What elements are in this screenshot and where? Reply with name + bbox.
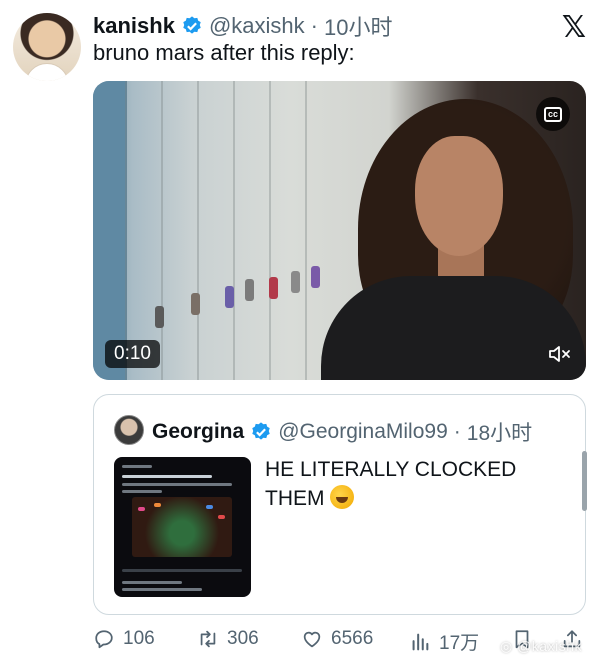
- locker-lock: [225, 286, 234, 308]
- locker-decor: [237, 81, 271, 380]
- video-player[interactable]: cc 0:10: [93, 81, 586, 380]
- thumbnail-text-line: [122, 588, 202, 591]
- author-name[interactable]: kanishk: [93, 13, 175, 39]
- watermark-text: @kaxishk: [517, 638, 582, 654]
- speaker-muted-icon: [549, 346, 570, 362]
- locker-lock: [155, 306, 164, 328]
- locker-decor: [165, 81, 199, 380]
- closed-captions-button[interactable]: cc: [536, 97, 570, 131]
- author-handle[interactable]: @kaxishk: [209, 13, 305, 39]
- thumbnail-text-line: [122, 569, 242, 572]
- x-logo-icon[interactable]: 𝕏: [562, 10, 586, 45]
- quoted-author-handle[interactable]: @GeorginaMilo99: [278, 420, 448, 444]
- verified-badge-icon: [252, 422, 270, 440]
- thumbnail-text-line: [122, 581, 182, 584]
- locker-decor: [273, 81, 307, 380]
- tweet-text: bruno mars after this reply:: [93, 40, 355, 65]
- separator-dot: ·: [310, 13, 318, 38]
- locker-decor: [201, 81, 235, 380]
- views-count: 17万: [439, 633, 480, 654]
- separator-dot: ·: [453, 420, 461, 443]
- watermark-logo-icon: ◎: [499, 638, 518, 654]
- thumbnail-text-line: [122, 475, 212, 478]
- retweet-button[interactable]: 306: [197, 628, 259, 650]
- tweet-time[interactable]: 10小时: [324, 10, 392, 42]
- retweet-icon: [200, 630, 216, 648]
- like-count: 6566: [331, 628, 374, 649]
- thumbnail-text-line: [122, 483, 232, 486]
- locker-lock: [291, 271, 300, 293]
- quoted-tweet-time[interactable]: 18小时: [467, 417, 532, 447]
- reply-button[interactable]: 106: [93, 628, 155, 650]
- quoted-tweet[interactable]: Georgina @GeorginaMilo99 · 18小时 HE LITERAL…: [93, 394, 587, 615]
- scrollbar[interactable]: [582, 451, 587, 511]
- quoted-media-thumbnail[interactable]: [114, 457, 251, 597]
- reply-count: 106: [123, 628, 155, 649]
- author-avatar[interactable]: [13, 13, 81, 81]
- cc-label: cc: [543, 106, 562, 122]
- thumbnail-light: [206, 505, 213, 509]
- tweet-header: kanishk @kaxishk · 10小时: [93, 10, 392, 42]
- locker-decor: [93, 81, 127, 380]
- locker-lock: [269, 277, 278, 299]
- video-timestamp: 0:10: [105, 340, 160, 368]
- views-chart-icon: [412, 633, 429, 650]
- quoted-author-name[interactable]: Georgina: [152, 420, 244, 444]
- thumbnail-text-line: [122, 465, 152, 468]
- laughing-emoji-icon: [330, 485, 355, 509]
- reply-icon: [95, 630, 113, 649]
- thumbnail-scene: [132, 497, 232, 557]
- verified-badge-icon: [183, 16, 201, 34]
- locker-decor: [129, 81, 163, 380]
- mute-button[interactable]: [544, 340, 576, 368]
- retweet-count: 306: [227, 628, 259, 649]
- locker-lock: [311, 266, 320, 288]
- thumbnail-light: [218, 515, 225, 519]
- heart-icon: [303, 631, 321, 648]
- quoted-tweet-text-content: HE LITERALLY CLOCKED THEM: [265, 458, 517, 510]
- video-person-face: [415, 136, 503, 256]
- views-button[interactable]: 17万: [409, 628, 479, 655]
- locker-lock: [245, 279, 254, 301]
- thumbnail-text-line: [122, 490, 162, 493]
- quoted-author-avatar[interactable]: [114, 415, 144, 445]
- quoted-tweet-text: HE LITERALLY CLOCKED THEM: [265, 455, 545, 513]
- watermark: ◎ @kaxishk: [500, 638, 582, 655]
- thumbnail-light: [154, 503, 161, 507]
- locker-lock: [191, 293, 200, 315]
- like-button[interactable]: 6566: [301, 628, 373, 650]
- thumbnail-light: [138, 507, 145, 511]
- quoted-tweet-header: Georgina @GeorginaMilo99 · 18小时: [152, 417, 532, 447]
